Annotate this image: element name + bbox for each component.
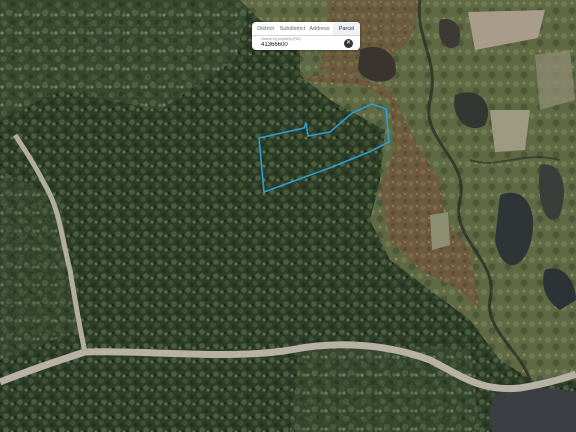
parcel-search-panel: District Subdistrict Address Parcel Sear… (252, 22, 360, 50)
sand-flat (535, 50, 575, 110)
tab-parcel[interactable]: Parcel (333, 22, 360, 35)
pid-search-input[interactable] (261, 42, 321, 48)
forest-light-patch (290, 345, 480, 432)
sand-flat (430, 212, 450, 250)
tab-address[interactable]: Address (306, 22, 333, 35)
tab-district[interactable]: District (252, 22, 279, 35)
sand-flat (490, 110, 530, 152)
search-label: Search by property (PID) (261, 37, 301, 41)
search-tabs: District Subdistrict Address Parcel (252, 22, 360, 36)
tab-subdistrict[interactable]: Subdistrict (279, 22, 306, 35)
search-input-row: Search by property (PID) ✕ (252, 36, 360, 51)
close-circle-icon[interactable]: ✕ (344, 39, 353, 48)
lake (489, 388, 576, 432)
satellite-map[interactable] (0, 0, 576, 432)
